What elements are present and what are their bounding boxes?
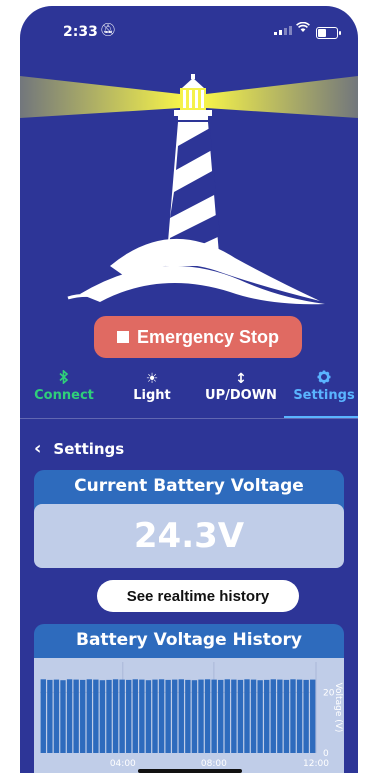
chart-bar <box>66 679 73 753</box>
chart-bar <box>277 679 283 753</box>
tab-connect[interactable]: Connect <box>20 368 108 418</box>
bell-slash-icon: 🔕︎ <box>100 23 117 38</box>
chevron-left-icon: ‹ <box>34 438 42 459</box>
lighthouse-logo <box>20 74 358 305</box>
stop-icon <box>116 331 129 343</box>
chart-bar <box>53 679 60 753</box>
chart-bar <box>80 679 86 753</box>
chart-bar <box>119 679 125 753</box>
status-time: 2:33 <box>63 24 98 40</box>
chart-bar <box>40 679 46 753</box>
chart-bar <box>178 679 184 753</box>
chart-bar <box>172 679 178 753</box>
chart-bar <box>211 679 217 753</box>
y-tick-label: 0 <box>323 749 329 759</box>
x-tick-label: 04:00 <box>110 759 136 769</box>
chart-bar <box>250 679 257 753</box>
chart-bar <box>139 679 145 753</box>
chart-bar <box>106 679 112 753</box>
emergency-stop-button[interactable]: Emergency Stop <box>94 316 302 358</box>
voltage-history-chart: 04:00 08:00 12:000 20Voltage (V) <box>40 662 343 769</box>
app-screen: 2:33 🔕︎ Emergency Stop Connect ☀︎ Light … <box>20 6 358 773</box>
y-tick-label: 20 <box>323 688 335 698</box>
chart-bar <box>60 680 66 753</box>
realtime-history-button[interactable]: See realtime history <box>97 580 299 612</box>
voltage-history-card: Battery Voltage History 04:00 08:00 12:00 0… <box>34 624 344 773</box>
up-down-arrow-icon: ↕ <box>235 371 247 387</box>
battery-voltage-card: Current Battery Voltage 24.3V <box>34 470 344 568</box>
voltage-history-title: Battery Voltage History <box>76 630 302 650</box>
emergency-stop-label: Emergency Stop <box>136 326 280 347</box>
chart-bar <box>231 679 237 753</box>
chart-bar <box>257 680 263 753</box>
tab-bar: Connect ☀︎ Light ↕ UP/DOWN Settings <box>20 368 358 420</box>
wifi-icon <box>296 21 310 37</box>
tab-settings[interactable]: Settings <box>290 368 358 418</box>
chart-bar <box>296 679 303 753</box>
chart-bar <box>218 679 224 753</box>
y-axis-label: Voltage (V) <box>333 683 343 733</box>
chart-bar <box>283 679 290 753</box>
chart-bar <box>310 679 316 753</box>
settings-back-button[interactable]: ‹ Settings <box>34 438 124 459</box>
chart-bar <box>158 679 165 753</box>
chart-bar <box>165 679 171 753</box>
x-tick-label: 12:00 <box>303 759 329 769</box>
chart-bar <box>303 679 309 753</box>
chart-bar <box>191 680 198 753</box>
chart-bar <box>237 679 244 753</box>
settings-header-label: Settings <box>53 439 125 458</box>
chart-bar <box>185 679 191 753</box>
chart-bar <box>126 679 132 753</box>
chart-bar <box>270 679 276 753</box>
chart-bar <box>73 679 79 753</box>
bluetooth-icon <box>20 369 108 388</box>
voltage-history-chart-area: 04:00 08:00 12:00 0 20 Voltage (V) <box>34 658 344 773</box>
tab-connect-label: Connect <box>34 388 94 403</box>
tab-light-label: Light <box>133 388 171 403</box>
chart-bar <box>47 679 53 753</box>
tab-divider <box>20 418 358 419</box>
battery-voltage-value: 24.3V <box>34 504 344 568</box>
sun-icon: ☀︎ <box>145 371 159 387</box>
chart-bar <box>290 679 296 753</box>
tab-updown-label: UP/DOWN <box>205 388 277 403</box>
chart-bar <box>264 679 270 753</box>
chart-bar <box>244 679 250 753</box>
chart-bar <box>224 679 230 753</box>
chart-bar <box>99 680 106 753</box>
status-bar: 2:33 🔕︎ <box>20 6 358 56</box>
tab-settings-label: Settings <box>293 388 355 403</box>
gear-icon <box>290 370 358 388</box>
chart-bar <box>204 679 211 753</box>
x-tick-label: 08:00 <box>201 759 227 769</box>
chart-bar <box>86 679 92 753</box>
signal-icon <box>274 26 292 35</box>
chart-bar <box>198 679 204 753</box>
chart-bar <box>112 679 119 753</box>
chart-bar <box>93 679 99 753</box>
tab-light[interactable]: ☀︎ Light <box>112 368 192 418</box>
chart-bar <box>132 679 138 753</box>
chart-bar <box>152 679 158 753</box>
home-indicator <box>138 769 242 773</box>
tab-updown[interactable]: ↕ UP/DOWN <box>198 368 284 418</box>
battery-voltage-title: Current Battery Voltage <box>74 476 304 496</box>
chart-bar <box>145 680 152 753</box>
battery-icon <box>316 27 341 39</box>
